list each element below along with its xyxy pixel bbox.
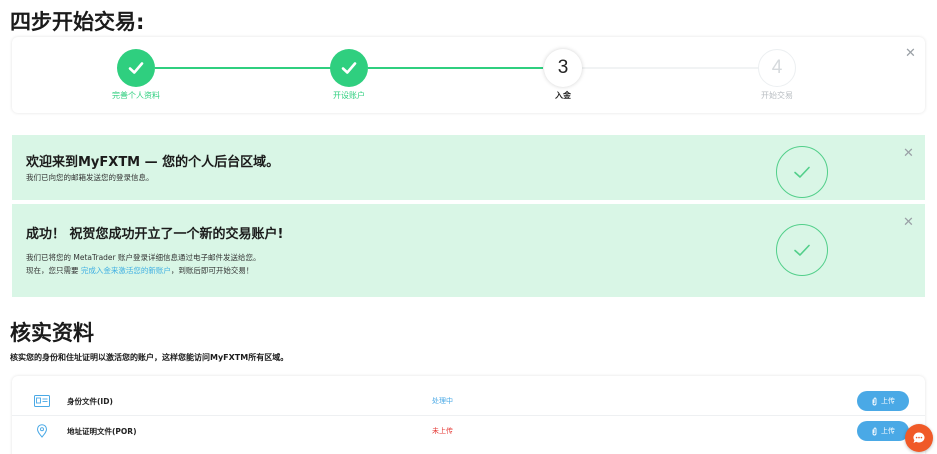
location-pin-icon: [36, 424, 48, 438]
checkmark-icon: [341, 62, 357, 74]
step-4-future: 4: [758, 49, 796, 87]
success-check-ring: [776, 224, 828, 276]
success-message-line1: 我们已将您的 MetaTrader 账户登录详细信息通过电子邮件发送给您。: [26, 253, 261, 262]
document-row-por: 地址证明文件(POR) 未上传 上传: [12, 418, 925, 446]
upload-id-label: 上传: [881, 397, 895, 405]
deposit-link[interactable]: 完成入金来激活您的新账户: [81, 266, 171, 275]
success-title: 成功！ 祝贺您成功开立了一个新的交易账户!: [26, 227, 284, 242]
chat-icon: [913, 432, 925, 443]
step-2-label: 开设账户: [333, 91, 365, 100]
checkmark-icon: [128, 62, 144, 74]
step-connector-3: [582, 67, 760, 69]
checkmark-icon: [794, 166, 810, 178]
paperclip-icon: [872, 397, 877, 405]
success-line2-prefix: 现在，您只需要: [26, 266, 81, 275]
verify-subtitle: 核实您的身份和住址证明以激活您的账户，这样您能访问MyFXTM所有区域。: [10, 353, 289, 362]
upload-id-button[interactable]: 上传: [857, 391, 909, 411]
close-icon[interactable]: ✕: [903, 147, 914, 160]
paperclip-icon: [872, 427, 877, 435]
welcome-check-ring: [776, 146, 828, 198]
welcome-message: 我们已向您的邮箱发送您的登录信息。: [26, 173, 154, 182]
upload-por-button[interactable]: 上传: [857, 421, 909, 441]
document-name-por: 地址证明文件(POR): [67, 427, 137, 436]
document-row-id: 身份文件(ID) 处理中 上传: [12, 388, 925, 416]
step-connector-2: [368, 67, 543, 69]
verify-title: 核实资料: [10, 321, 94, 345]
close-icon[interactable]: ✕: [903, 216, 914, 229]
chat-button[interactable]: [905, 424, 933, 452]
close-icon[interactable]: ✕: [905, 47, 916, 60]
step-4-label: 开始交易: [761, 91, 793, 100]
step-2-done: [330, 49, 368, 87]
document-name-id: 身份文件(ID): [67, 397, 113, 406]
steps-progress-card: ✕ 3 4 完善个人资料 开设账户 入金 开始交易: [12, 37, 925, 113]
step-3-current: 3: [544, 49, 582, 87]
document-status-id: 处理中: [432, 397, 453, 405]
step-1-label: 完善个人资料: [112, 91, 160, 100]
document-status-por: 未上传: [432, 427, 453, 435]
id-card-icon: [34, 395, 50, 407]
step-1-done: [117, 49, 155, 87]
step-3-number: 3: [557, 57, 569, 78]
step-3-label: 入金: [555, 91, 571, 100]
checkmark-icon: [794, 244, 810, 256]
upload-por-label: 上传: [881, 427, 895, 435]
step-connector-1: [155, 67, 350, 69]
step-4-number: 4: [771, 57, 783, 78]
page-title: 四步开始交易:: [10, 10, 145, 34]
success-alert: 成功！ 祝贺您成功开立了一个新的交易账户! 我们已将您的 MetaTrader …: [12, 204, 925, 297]
documents-card: 身份文件(ID) 处理中 上传 地址证明文件(POR) 未上传 上传: [12, 376, 925, 454]
success-message-line2: 现在，您只需要 完成入金来激活您的新账户，到账后即可开始交易！: [26, 265, 253, 276]
success-line2-suffix: ，到账后即可开始交易！: [170, 266, 254, 275]
welcome-title: 欢迎来到MyFXTM — 您的个人后台区域。: [26, 155, 280, 170]
welcome-alert: 欢迎来到MyFXTM — 您的个人后台区域。 我们已向您的邮箱发送您的登录信息。…: [12, 135, 925, 200]
